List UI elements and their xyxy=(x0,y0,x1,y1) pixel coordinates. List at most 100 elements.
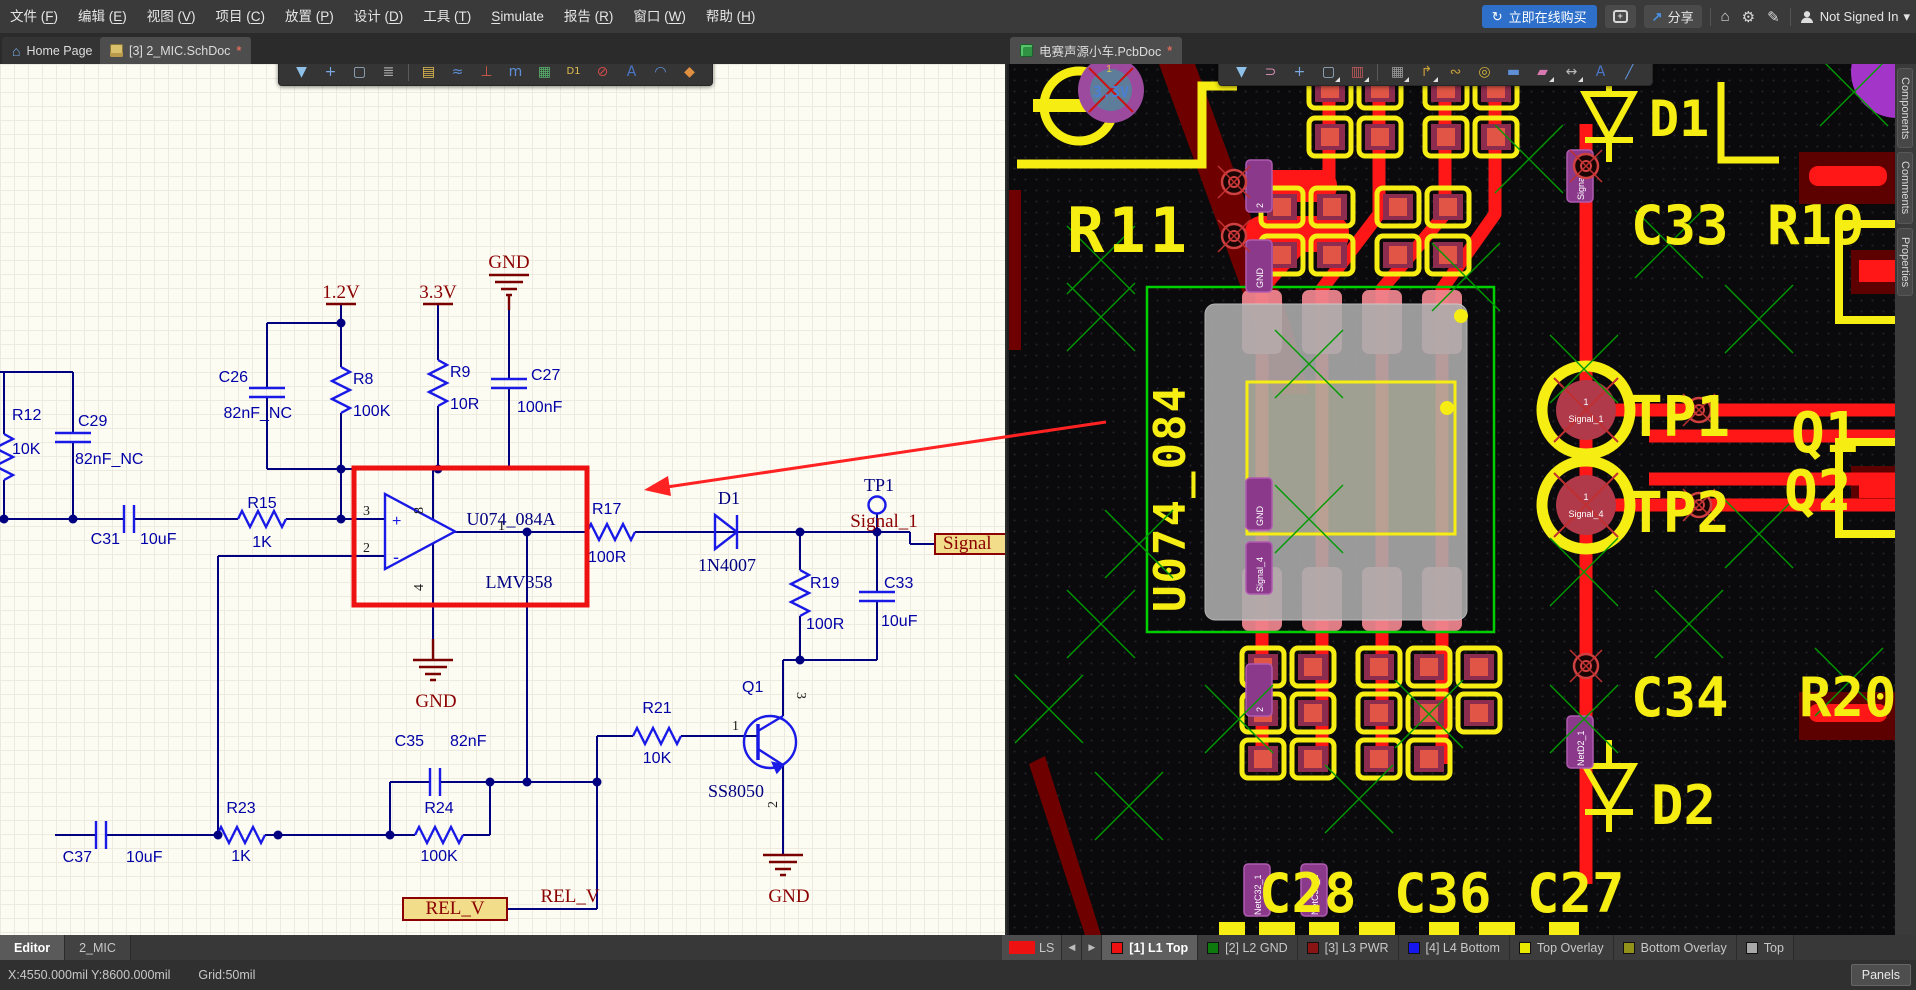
layer-tab--3-l3-pwr[interactable]: [3] L3 PWR xyxy=(1298,935,1399,960)
panel-tab-strip: Components Comments Properties xyxy=(1895,64,1916,935)
panel-tab-components[interactable]: Components xyxy=(1897,68,1913,148)
pcb-canvas[interactable]: U074_084 3.3V 1 xyxy=(1007,64,1895,935)
bottom-tab-bar: Editor 2_MIC LS ◀ ▶ [1] L1 Top[2] L2 GND… xyxy=(0,935,1916,960)
r24-ref: R24 xyxy=(424,800,453,817)
gear-icon[interactable]: ⚙ xyxy=(1740,8,1757,26)
svg-text:GND: GND xyxy=(1255,268,1265,289)
r24-val: 100K xyxy=(420,848,458,865)
pin-number: 1 xyxy=(732,719,739,734)
sign-in-menu[interactable]: Not Signed In▾ xyxy=(1799,9,1910,25)
r21-ref: R21 xyxy=(642,700,671,717)
layer-set-selector[interactable]: LS xyxy=(1002,935,1062,960)
d1-ref: D1 xyxy=(718,488,740,508)
pcb-label-r20: R20 xyxy=(1799,666,1897,729)
c33-val: 10uF xyxy=(881,613,918,630)
r19-val: 100R xyxy=(806,616,844,633)
comment-button[interactable]: + xyxy=(1605,5,1636,28)
tab-editor[interactable]: Editor xyxy=(0,935,65,960)
port-rel-v-label: REL_V xyxy=(425,898,484,919)
net-label-signal1: Signal_1 xyxy=(850,511,918,532)
pen-icon[interactable]: ✎ xyxy=(1765,8,1782,26)
layer-tab--4-l4-bottom[interactable]: [4] L4 Bottom xyxy=(1399,935,1510,960)
editor-split-view: ▼+▢≣▤≈⊥m▦D1⊘A◠◆ xyxy=(0,64,1895,935)
layer-color-swatch xyxy=(1519,942,1531,954)
r15-val: 1K xyxy=(252,534,272,551)
net-label-rel-v: REL_V xyxy=(540,886,599,907)
schematic-drawing: 1.2V 3.3V GND GND GND REL_V REL_V Signal… xyxy=(0,64,1005,935)
svg-text:NetD2_1: NetD2_1 xyxy=(1576,730,1586,766)
layer-scroll-left[interactable]: ◀ xyxy=(1062,935,1082,960)
home-icon[interactable]: ⌂ xyxy=(1719,8,1732,25)
modified-indicator: * xyxy=(236,44,241,58)
r21-val: 10K xyxy=(643,750,672,767)
pcb-drawing: U074_084 3.3V 1 xyxy=(1009,64,1897,935)
pcb-label-c28: C28 xyxy=(1259,862,1357,925)
via-3v3[interactable]: 3.3V 1 xyxy=(1078,64,1144,123)
pcb-label-tp1: TP1 xyxy=(1629,385,1730,450)
r9-ref: R9 xyxy=(450,364,471,381)
layer-tab--2-l2-gnd[interactable]: [2] L2 GND xyxy=(1198,935,1298,960)
menu-place[interactable]: 放置 (P) xyxy=(275,0,344,33)
menu-reports[interactable]: 报告 (R) xyxy=(554,0,624,33)
layer-color-swatch xyxy=(1307,942,1319,954)
panel-tab-properties[interactable]: Properties xyxy=(1897,228,1913,296)
schdoc-icon xyxy=(110,44,123,57)
share-icon: ↗ xyxy=(1652,9,1663,25)
tab-pcb-doc[interactable]: 电赛声源小车.PcbDoc * xyxy=(1010,37,1182,64)
layer-tab-top[interactable]: Top xyxy=(1737,935,1794,960)
pcb-label-c27: C27 xyxy=(1527,862,1625,925)
pcb-label-u074: U074_084 xyxy=(1145,384,1196,612)
tp1-label: TP1 xyxy=(864,475,894,495)
layer-tab--1-l1-top[interactable]: [1] L1 Top xyxy=(1102,935,1198,960)
r17-ref: R17 xyxy=(592,501,621,518)
layer-color-swatch xyxy=(1623,942,1635,954)
tab-sheet-2mic[interactable]: 2_MIC xyxy=(65,935,131,960)
home-page-icon: ⌂ xyxy=(12,43,20,59)
opamp-part: U074_084A xyxy=(467,509,556,529)
power-label: 3.3V xyxy=(419,282,457,303)
q1-val: SS8050 xyxy=(708,781,764,801)
panels-button[interactable]: Panels xyxy=(1851,964,1911,986)
pcb-label-c36: C36 xyxy=(1394,862,1492,925)
modified-indicator: * xyxy=(1167,44,1172,58)
menu-file[interactable]: 文件 (F) xyxy=(0,0,68,33)
power-label: 1.2V xyxy=(322,282,360,303)
pcb-label-d2: D2 xyxy=(1651,774,1716,837)
layer-scroll-right[interactable]: ▶ xyxy=(1082,935,1102,960)
layer-tab-bottom-overlay[interactable]: Bottom Overlay xyxy=(1614,935,1737,960)
buy-icon: ↻ xyxy=(1492,9,1503,25)
c29-val: 82nF_NC xyxy=(75,451,143,468)
divider xyxy=(1790,8,1791,26)
menu-design[interactable]: 设计 (D) xyxy=(344,0,414,33)
pin-number: 4 xyxy=(412,584,427,591)
menu-view[interactable]: 视图 (V) xyxy=(137,0,206,33)
menu-project[interactable]: 项目 (C) xyxy=(206,0,276,33)
svg-text:Signal_4: Signal_4 xyxy=(1255,557,1265,592)
svg-text:GND: GND xyxy=(1255,506,1265,527)
layer-color-swatch xyxy=(1746,942,1758,954)
menu-simulate[interactable]: Simulate xyxy=(481,0,554,33)
menu-edit[interactable]: 编辑 (E) xyxy=(68,0,137,33)
tab-home-page[interactable]: ⌂ Home Page xyxy=(2,37,102,64)
c26-val: 82nF_NC xyxy=(224,405,292,422)
pcb-label-c34: C34 xyxy=(1631,666,1729,729)
pcb-label-r11: R11 xyxy=(1067,194,1191,267)
c35-val: 82nF xyxy=(450,733,487,750)
panel-tab-comments[interactable]: Comments xyxy=(1897,152,1913,223)
divider xyxy=(1710,8,1711,26)
share-button[interactable]: ↗ 分享 xyxy=(1644,5,1702,28)
menu-tools[interactable]: 工具 (T) xyxy=(413,0,481,33)
status-bar: X:4550.000mil Y:8600.000mil Grid:50mil P… xyxy=(0,960,1916,990)
q1-ref: Q1 xyxy=(742,679,763,696)
r12-ref: R12 xyxy=(12,407,41,424)
gnd-label: GND xyxy=(768,886,809,907)
tab-schematic-doc[interactable]: [3] 2_MIC.SchDoc * xyxy=(100,37,251,64)
layer-tab-top-overlay[interactable]: Top Overlay xyxy=(1510,935,1614,960)
buy-online-button[interactable]: ↻ 立即在线购买 xyxy=(1482,5,1597,28)
schematic-canvas[interactable]: ▼+▢≣▤≈⊥m▦D1⊘A◠◆ xyxy=(0,64,1005,935)
menu-help[interactable]: 帮助 (H) xyxy=(696,0,766,33)
document-tab-bar: ⌂ Home Page [3] 2_MIC.SchDoc * 电赛声源小车.Pc… xyxy=(0,33,1916,64)
r8-ref: R8 xyxy=(353,371,374,388)
pin-number: 1 xyxy=(498,519,505,534)
menu-window[interactable]: 窗口 (W) xyxy=(623,0,696,33)
